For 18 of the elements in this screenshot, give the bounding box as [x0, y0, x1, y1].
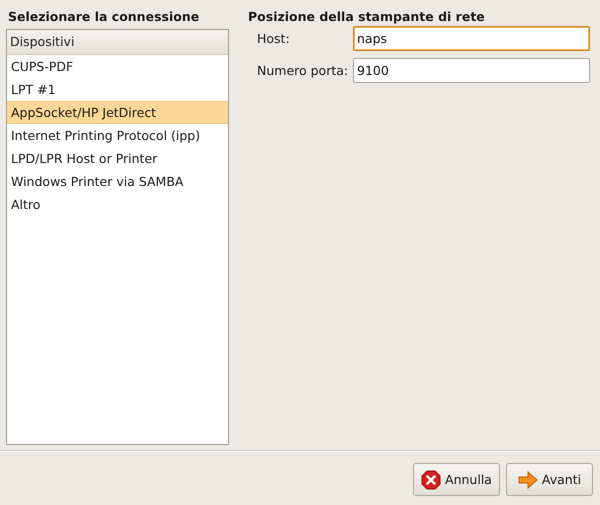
- device-item[interactable]: Altro: [7, 193, 228, 216]
- device-item[interactable]: LPT #1: [7, 78, 228, 101]
- device-item[interactable]: Internet Printing Protocol (ipp): [7, 124, 228, 147]
- field-label: Numero porta:: [257, 63, 350, 78]
- field-label: Host:: [257, 31, 291, 46]
- device-item[interactable]: CUPS-PDF: [7, 55, 228, 78]
- device-item[interactable]: LPD/LPR Host or Printer: [7, 147, 228, 170]
- column-header[interactable]: Dispositivi: [7, 30, 228, 55]
- section-heading: Selezionare la connessione: [7, 9, 200, 26]
- device-item[interactable]: Windows Printer via SAMBA: [7, 170, 228, 193]
- arrow-icon: [518, 470, 538, 490]
- cancel-button[interactable]: Annulla: [413, 463, 500, 496]
- cancel-icon: [421, 470, 442, 490]
- device-item[interactable]: AppSocket/HP JetDirect: [7, 101, 228, 124]
- input-field[interactable]: naps: [353, 26, 590, 51]
- next-button[interactable]: Avanti: [506, 463, 593, 496]
- section-heading: Posizione della stampante di rete: [247, 9, 486, 26]
- input-field[interactable]: 9100: [353, 58, 590, 83]
